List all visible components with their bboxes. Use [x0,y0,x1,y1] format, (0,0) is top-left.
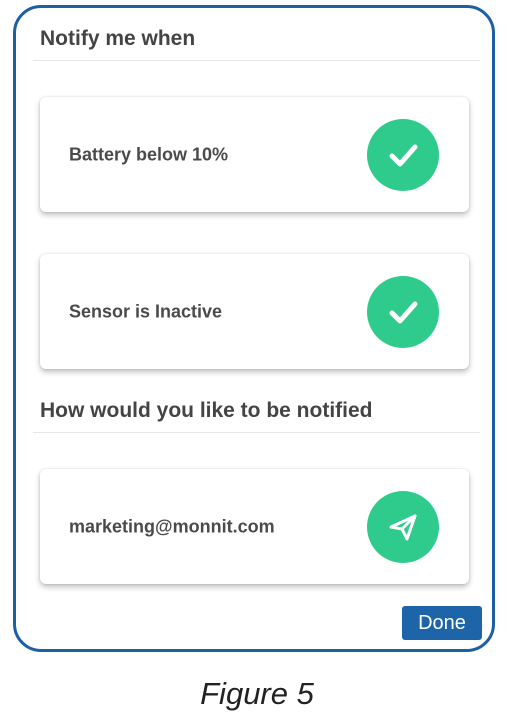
send-icon [389,514,417,540]
condition-card-battery: Battery below 10% [40,97,469,212]
send-button[interactable] [367,490,439,563]
method-section-title: How would you like to be notified [40,399,373,422]
condition-card-inactive: Sensor is Inactive [40,254,469,369]
condition-label-inactive: Sensor is Inactive [69,301,223,321]
notify-section-divider [33,60,480,61]
method-card-email: marketing@monnit.com [40,469,469,584]
notify-section-title: Notify me when [40,27,196,50]
done-button[interactable]: Done [402,606,482,640]
method-section-divider [33,432,480,433]
condition-label-battery: Battery below 10% [69,144,229,164]
figure-caption: Figure 5 [200,676,314,711]
inactive-toggle-button[interactable] [367,275,439,348]
battery-toggle-button[interactable] [367,118,439,191]
checkmark-icon [389,144,418,166]
checkmark-icon [389,301,418,323]
method-label-email: marketing@monnit.com [69,516,275,536]
